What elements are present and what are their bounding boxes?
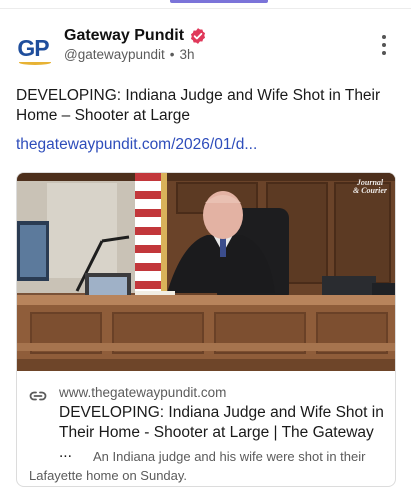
post-link[interactable]: thegatewaypundit.com/2026/01/d... (16, 136, 257, 154)
avatar-logo-swoosh (19, 60, 52, 65)
post[interactable]: GP Gateway Pundit @gatewaypundit • 3h DE… (0, 9, 411, 487)
image-watermark: Journal & Courier (353, 179, 387, 195)
author-name[interactable]: Gateway Pundit (64, 27, 184, 45)
link-preview-card[interactable]: Journal & Courier www.thegatewaypundit.c… (16, 172, 396, 487)
post-time: 3h (179, 47, 195, 62)
avatar-logo: GP (17, 34, 52, 65)
post-text: DEVELOPING: Indiana Judge and Wife Shot … (16, 87, 381, 124)
courtroom-photo (17, 173, 395, 371)
more-vertical-icon[interactable] (377, 35, 391, 55)
author-meta: @gatewaypundit • 3h (64, 47, 195, 62)
avatar[interactable]: GP (14, 29, 52, 67)
author-name-row: Gateway Pundit (64, 27, 207, 45)
link-icon (29, 389, 47, 401)
card-image[interactable]: Journal & Courier (17, 173, 395, 371)
card-body: www.thegatewaypundit.com DEVELOPING: Ind… (17, 371, 395, 486)
verified-badge-icon (189, 27, 207, 45)
watermark-line-2: & Courier (352, 186, 387, 195)
card-domain: www.thegatewaypundit.com (59, 385, 227, 400)
meta-separator: • (169, 47, 175, 62)
card-description: An Indiana judge and his wife were shot … (29, 449, 366, 483)
top-tab-indicator (170, 0, 268, 3)
post-header: GP Gateway Pundit @gatewaypundit • 3h (0, 9, 411, 75)
avatar-logo-text: GP (17, 34, 49, 61)
author-handle[interactable]: @gatewaypundit (64, 47, 165, 62)
